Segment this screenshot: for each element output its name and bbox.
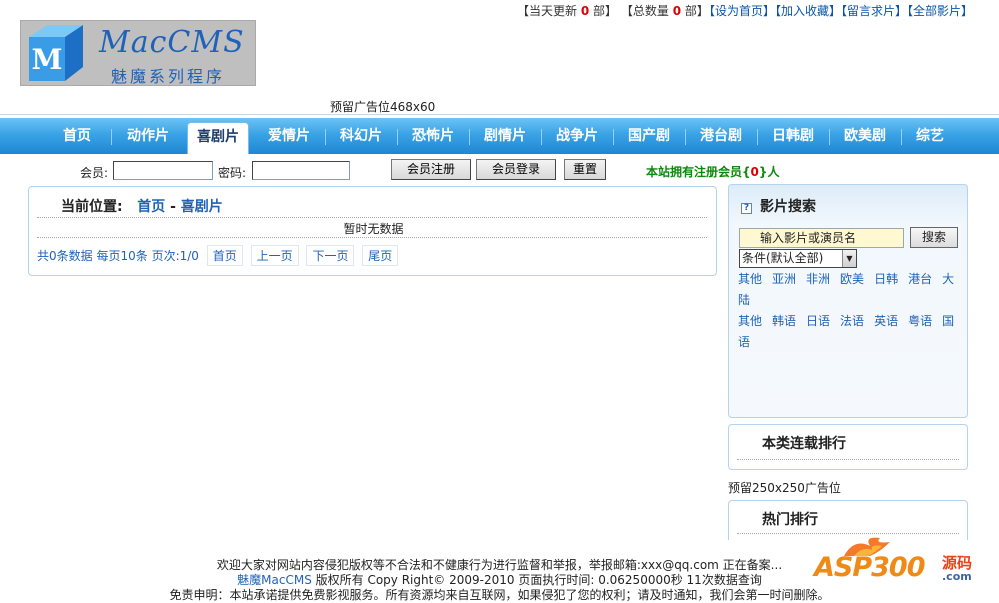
today-update-count: 0: [580, 4, 590, 18]
nav-item-romance[interactable]: 爱情片: [254, 118, 324, 154]
footer-copyright-text: 版权所有 Copy Right© 2009-2010 页面执行时间: 0.062…: [311, 573, 762, 587]
nav-item-hk-tw-series[interactable]: 港台剧: [686, 118, 756, 154]
reset-button[interactable]: 重置: [564, 159, 606, 180]
total-count: 0: [672, 4, 682, 18]
nav-item-home[interactable]: 首页: [44, 118, 110, 154]
nav-item-horror[interactable]: 恐怖片: [398, 118, 468, 154]
side-ad-placeholder: 预留250x250广告位: [728, 481, 841, 495]
top-ad-placeholder: 预留广告位468x60: [330, 100, 436, 114]
region-tags: 其他 亚洲 非洲 欧美 日韩 港台 大陆: [738, 269, 960, 311]
add-favorite-link[interactable]: 【加入收藏】: [775, 4, 841, 18]
region-tag[interactable]: 日韩: [874, 272, 898, 286]
logo-brand-text: MacCMS: [99, 25, 245, 60]
member-count-value: 0: [750, 165, 759, 179]
top-stats-bar: 【当天更新 0 部】 【总数量 0 部】【设为首页】【加入收藏】【留言求片】【全…: [517, 2, 973, 19]
set-homepage-link[interactable]: 【设为首页】: [709, 4, 775, 18]
password-label: 密码:: [218, 166, 247, 180]
member-login-bar: 会员: 密码: 会员注册 会员登录 重置 本站拥有注册会员{0}人: [0, 158, 999, 184]
nav-item-war[interactable]: 战争片: [542, 118, 612, 154]
logo-subtitle: 魅魔系列程序: [111, 67, 226, 86]
nav-item-comedy[interactable]: 喜剧片: [187, 122, 249, 154]
search-filter-select[interactable]: 条件(默认全部) ▼: [739, 249, 857, 268]
pagination: 共0条数据 每页10条 页次:1/0 首页 上一页 下一页 尾页: [37, 245, 399, 266]
total-count-label: 【总数量: [620, 4, 669, 18]
request-movie-link[interactable]: 【留言求片】: [841, 4, 907, 18]
search-panel-title: ? 影片搜索: [741, 196, 816, 216]
pager-next-button[interactable]: 下一页: [306, 245, 355, 266]
search-button[interactable]: 搜索: [910, 227, 958, 248]
pager-last-button[interactable]: 尾页: [362, 245, 399, 266]
header-divider: [0, 114, 999, 115]
footer-brand-link[interactable]: 魅魔MacCMS: [237, 573, 312, 587]
help-icon: ?: [741, 203, 752, 214]
serial-ranking-panel: 本类连载排行: [728, 424, 968, 470]
member-password-input[interactable]: [252, 161, 350, 180]
cube-logo-icon: M: [29, 25, 83, 81]
chevron-down-icon: ▼: [842, 250, 856, 267]
pager-page-info: 页次:1/0: [151, 249, 199, 263]
divider: [37, 217, 707, 218]
register-button[interactable]: 会员注册: [391, 159, 471, 180]
search-input[interactable]: 输入影片或演员名: [739, 228, 904, 248]
region-tag[interactable]: 其他: [738, 272, 762, 286]
member-username-input[interactable]: [113, 161, 213, 180]
pager-total: 共0条数据: [37, 249, 93, 263]
member-label: 会员:: [80, 166, 109, 180]
serial-ranking-title: 本类连载排行: [762, 436, 846, 452]
language-tags: 其他 韩语 日语 法语 英语 粤语 国语: [738, 311, 960, 353]
region-tag[interactable]: 港台: [908, 272, 932, 286]
nav-item-drama[interactable]: 剧情片: [470, 118, 540, 154]
member-count-text: 本站拥有注册会员{0}人: [646, 163, 779, 180]
search-title-text: 影片搜索: [760, 199, 816, 215]
breadcrumb-label: 当前位置:: [61, 199, 123, 215]
divider: [737, 459, 959, 460]
pager-prev-button[interactable]: 上一页: [250, 245, 299, 266]
language-tag[interactable]: 法语: [840, 314, 864, 328]
cube-letter: M: [32, 43, 63, 76]
member-count-suffix: }人: [758, 165, 780, 179]
region-tag[interactable]: 欧美: [840, 272, 864, 286]
region-tag[interactable]: 非洲: [806, 272, 830, 286]
empty-message: 暂时无数据: [343, 222, 404, 236]
nav-item-jp-kr-series[interactable]: 日韩剧: [758, 118, 828, 154]
breadcrumb-separator: -: [165, 199, 181, 215]
asp300-watermark: ASP300 源码 .com: [812, 534, 982, 584]
watermark-text: ASP300: [814, 552, 925, 583]
pager-first-button[interactable]: 首页: [206, 245, 243, 266]
region-tag[interactable]: 亚洲: [772, 272, 796, 286]
breadcrumb-home-link[interactable]: 首页: [137, 199, 165, 215]
divider: [37, 237, 707, 238]
all-movies-link[interactable]: 【全部影片】: [907, 4, 973, 18]
language-tag[interactable]: 韩语: [772, 314, 796, 328]
site-logo[interactable]: M MacCMS 魅魔系列程序: [20, 20, 256, 86]
nav-item-western-series[interactable]: 欧美剧: [830, 118, 900, 154]
filter-selected-value: 条件(默认全部): [742, 251, 824, 265]
hot-ranking-title: 热门排行: [762, 512, 818, 528]
breadcrumb-current[interactable]: 喜剧片: [181, 199, 223, 215]
language-tag[interactable]: 粤语: [908, 314, 932, 328]
content-panel: 当前位置: 首页 - 喜剧片 暂时无数据 共0条数据 每页10条 页次:1/0 …: [28, 186, 717, 276]
language-tag[interactable]: 英语: [874, 314, 898, 328]
footer-disclaimer: 免责申明：本站承诺提供免费影视服务。所有资源均来自互联网，如果侵犯了您的权利；请…: [169, 588, 830, 602]
nav-item-variety[interactable]: 综艺: [902, 118, 958, 154]
movie-search-panel: ? 影片搜索 输入影片或演员名 搜索 条件(默认全部) ▼ 其他 亚洲 非洲 欧美 日韩 港台…: [728, 184, 968, 418]
nav-item-domestic-series[interactable]: 国产剧: [614, 118, 684, 154]
nav-item-action[interactable]: 动作片: [112, 118, 184, 154]
total-count-suffix: 部】: [684, 4, 709, 18]
watermark-domain: .com: [942, 570, 972, 583]
member-count-prefix: 本站拥有注册会员{: [646, 165, 751, 179]
today-update-label: 【当天更新: [517, 4, 578, 18]
language-tag[interactable]: 其他: [738, 314, 762, 328]
language-tag[interactable]: 日语: [806, 314, 830, 328]
breadcrumb: 当前位置: 首页 - 喜剧片: [61, 196, 223, 216]
main-nav: 首页 动作片 喜剧片 爱情片 科幻片 恐怖片 剧情片 战争片 国产剧 港台剧 日…: [0, 118, 999, 154]
pager-per-page: 每页10条: [96, 249, 148, 263]
today-update-suffix: 部】: [593, 4, 618, 18]
nav-item-scifi[interactable]: 科幻片: [326, 118, 396, 154]
login-button[interactable]: 会员登录: [476, 159, 556, 180]
